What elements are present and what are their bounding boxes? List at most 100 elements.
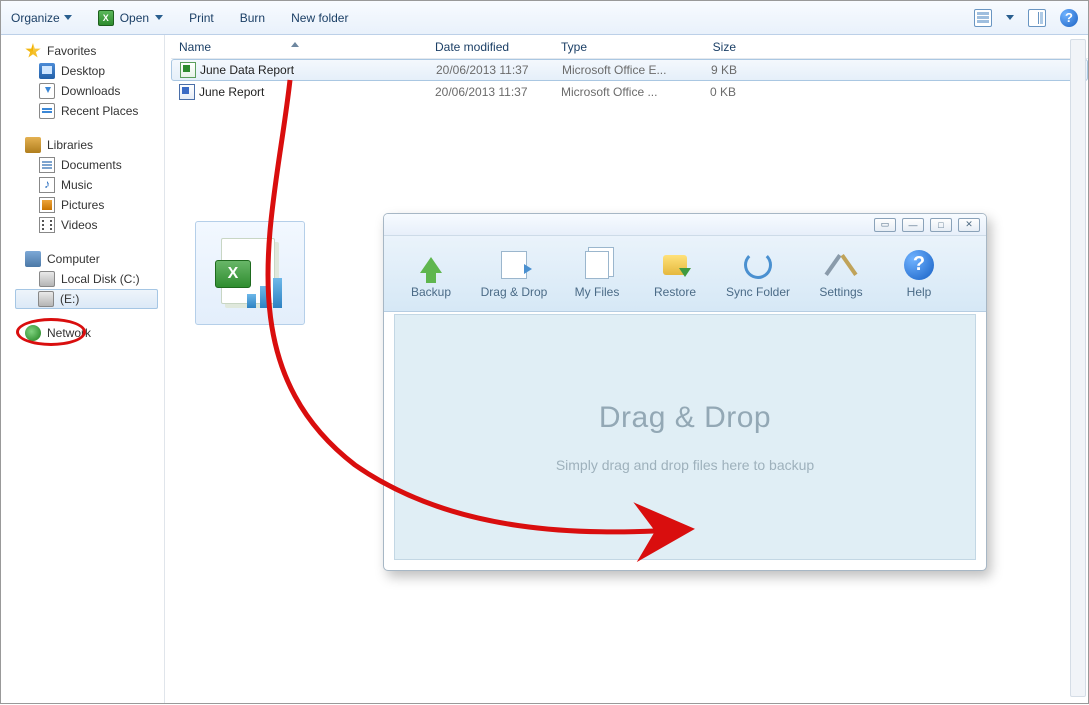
file-type: Microsoft Office ... <box>561 85 657 99</box>
preview-pane-icon[interactable] <box>1028 9 1046 27</box>
excel-large-icon: X <box>215 238 285 308</box>
column-label: Name <box>179 40 211 54</box>
new-folder-button[interactable]: New folder <box>291 11 348 25</box>
star-icon <box>25 43 41 59</box>
view-icon[interactable] <box>974 9 992 27</box>
files-icon <box>585 251 609 279</box>
drop-zone[interactable]: Drag & Drop Simply drag and drop files h… <box>394 314 976 560</box>
burn-label: Burn <box>240 11 265 25</box>
sidebar-item-label: Pictures <box>61 198 104 212</box>
sidebar-item-label: Local Disk (C:) <box>61 272 140 286</box>
sidebar-item-documents[interactable]: Documents <box>1 155 164 175</box>
sidebar-item-desktop[interactable]: Desktop <box>1 61 164 81</box>
sidebar-item-pictures[interactable]: Pictures <box>1 195 164 215</box>
file-list-pane: Name Date modified Type Size June Data R… <box>165 35 1088 703</box>
backup-app-window[interactable]: ▭ — □ ✕ Backup Drag & Drop My Files <box>383 213 987 571</box>
sidebar-item-drive-e[interactable]: (E:) <box>15 289 158 309</box>
sidebar-item-label: Documents <box>61 158 122 172</box>
button-label: Help <box>907 285 932 299</box>
window-maximize-button[interactable]: □ <box>930 218 952 232</box>
help-button[interactable]: ? Help <box>882 242 956 306</box>
sidebar-item-drive-c[interactable]: Local Disk (C:) <box>1 269 164 289</box>
sidebar-item-music[interactable]: Music <box>1 175 164 195</box>
button-label: Settings <box>819 285 862 299</box>
column-label: Size <box>713 40 736 54</box>
recent-icon <box>39 103 55 119</box>
chevron-down-icon <box>155 15 163 20</box>
print-button[interactable]: Print <box>189 11 214 25</box>
favorites-group[interactable]: Favorites <box>1 41 164 61</box>
help-icon[interactable]: ? <box>1060 9 1078 27</box>
music-icon <box>39 177 55 193</box>
chevron-down-icon[interactable] <box>1006 15 1014 20</box>
backup-button[interactable]: Backup <box>394 242 468 306</box>
organize-menu[interactable]: Organize <box>11 11 72 25</box>
column-date[interactable]: Date modified <box>427 40 553 54</box>
sidebar-item-downloads[interactable]: Downloads <box>1 81 164 101</box>
file-date: 20/06/2013 11:37 <box>436 63 529 77</box>
drive-icon <box>39 271 55 287</box>
new-folder-label: New folder <box>291 11 348 25</box>
network-icon <box>25 325 41 341</box>
sync-icon <box>744 251 772 279</box>
sidebar-item-label: Videos <box>61 218 97 232</box>
window-minimize-button[interactable]: — <box>902 218 924 232</box>
computer-icon <box>25 251 41 267</box>
restore-button[interactable]: Restore <box>638 242 712 306</box>
file-size: 9 KB <box>711 63 737 77</box>
drive-icon <box>38 291 54 307</box>
sidebar-item-label: Desktop <box>61 64 105 78</box>
excel-icon <box>98 10 114 26</box>
videos-icon <box>39 217 55 233</box>
sidebar-item-recent[interactable]: Recent Places <box>1 101 164 121</box>
file-date: 20/06/2013 11:37 <box>435 85 528 99</box>
organize-label: Organize <box>11 11 60 25</box>
drag-drop-button[interactable]: Drag & Drop <box>472 242 556 306</box>
libraries-icon <box>25 137 41 153</box>
print-label: Print <box>189 11 214 25</box>
sidebar-item-videos[interactable]: Videos <box>1 215 164 235</box>
vertical-scrollbar[interactable] <box>1070 39 1086 697</box>
app-toolbar: Backup Drag & Drop My Files Restore Sync… <box>384 236 986 312</box>
file-size: 0 KB <box>710 85 736 99</box>
dropzone-subtitle: Simply drag and drop files here to backu… <box>556 457 814 473</box>
open-label: Open <box>120 11 149 25</box>
word-file-icon <box>179 84 195 100</box>
sidebar-item-label: Downloads <box>61 84 120 98</box>
dropzone-title: Drag & Drop <box>599 401 771 435</box>
button-label: My Files <box>575 285 620 299</box>
file-row[interactable]: June Report 20/06/2013 11:37 Microsoft O… <box>171 81 1088 103</box>
drag-ghost: X <box>195 221 305 325</box>
open-menu[interactable]: Open <box>98 10 163 26</box>
burn-button[interactable]: Burn <box>240 11 265 25</box>
window-close-button[interactable]: ✕ <box>958 218 980 232</box>
chevron-down-icon <box>64 15 72 20</box>
column-headers: Name Date modified Type Size <box>171 35 1088 59</box>
column-type[interactable]: Type <box>553 40 668 54</box>
downloads-icon <box>39 83 55 99</box>
explorer-main: Favorites Desktop Downloads Recent Place… <box>1 35 1088 703</box>
pictures-icon <box>39 197 55 213</box>
network-group[interactable]: Network <box>1 323 164 343</box>
favorites-label: Favorites <box>47 44 96 58</box>
column-name[interactable]: Name <box>171 40 427 54</box>
navigation-pane: Favorites Desktop Downloads Recent Place… <box>1 35 165 703</box>
documents-icon <box>39 157 55 173</box>
window-extra-button[interactable]: ▭ <box>874 218 896 232</box>
my-files-button[interactable]: My Files <box>560 242 634 306</box>
explorer-toolbar: Organize Open Print Burn New folder ? <box>1 1 1088 35</box>
network-label: Network <box>47 326 91 340</box>
drag-drop-icon <box>501 251 527 279</box>
libraries-group[interactable]: Libraries <box>1 135 164 155</box>
button-label: Sync Folder <box>726 285 790 299</box>
sidebar-item-label: (E:) <box>60 292 79 306</box>
excel-file-icon <box>180 62 196 78</box>
computer-group[interactable]: Computer <box>1 249 164 269</box>
settings-button[interactable]: Settings <box>804 242 878 306</box>
file-row[interactable]: June Data Report 20/06/2013 11:37 Micros… <box>171 59 1088 81</box>
column-size[interactable]: Size <box>668 40 746 54</box>
restore-icon <box>663 255 687 275</box>
app-titlebar: ▭ — □ ✕ <box>384 214 986 236</box>
sync-folder-button[interactable]: Sync Folder <box>716 242 800 306</box>
button-label: Backup <box>411 285 451 299</box>
